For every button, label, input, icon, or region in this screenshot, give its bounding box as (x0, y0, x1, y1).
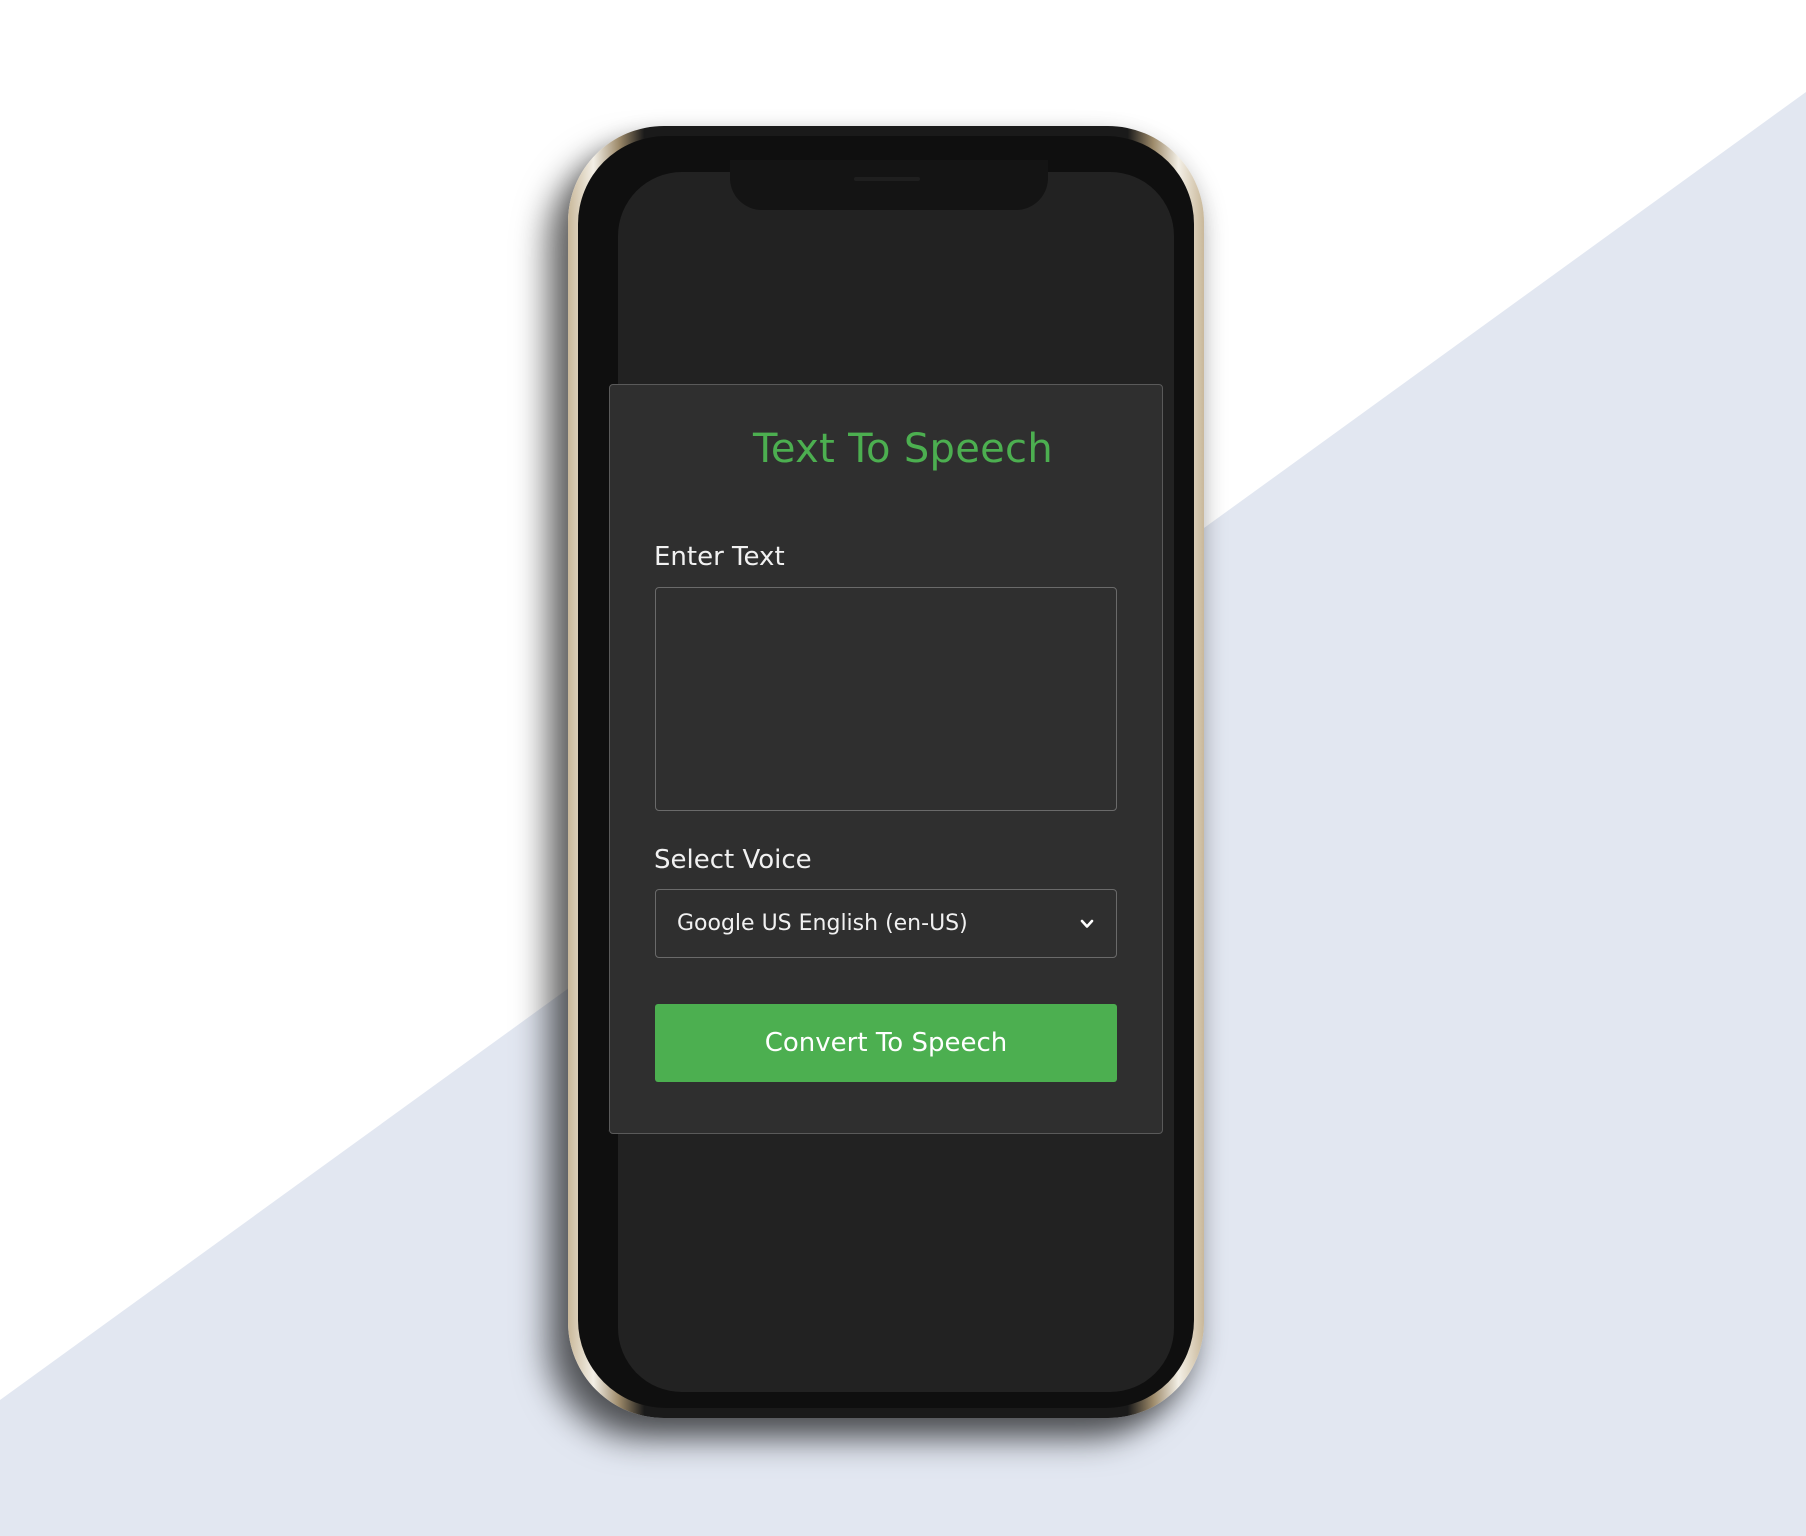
chevron-down-icon (1080, 919, 1094, 928)
page-title: Text To Speech (753, 426, 1053, 472)
text-input[interactable] (655, 587, 1117, 811)
convert-to-speech-button[interactable]: Convert To Speech (655, 1004, 1117, 1082)
phone-notch (730, 160, 1048, 210)
phone-speaker (854, 177, 920, 181)
select-voice-label: Select Voice (654, 845, 812, 875)
voice-select[interactable]: Google US English (en-US) (655, 889, 1117, 958)
voice-select-value: Google US English (en-US) (677, 911, 968, 936)
enter-text-label: Enter Text (654, 542, 785, 572)
